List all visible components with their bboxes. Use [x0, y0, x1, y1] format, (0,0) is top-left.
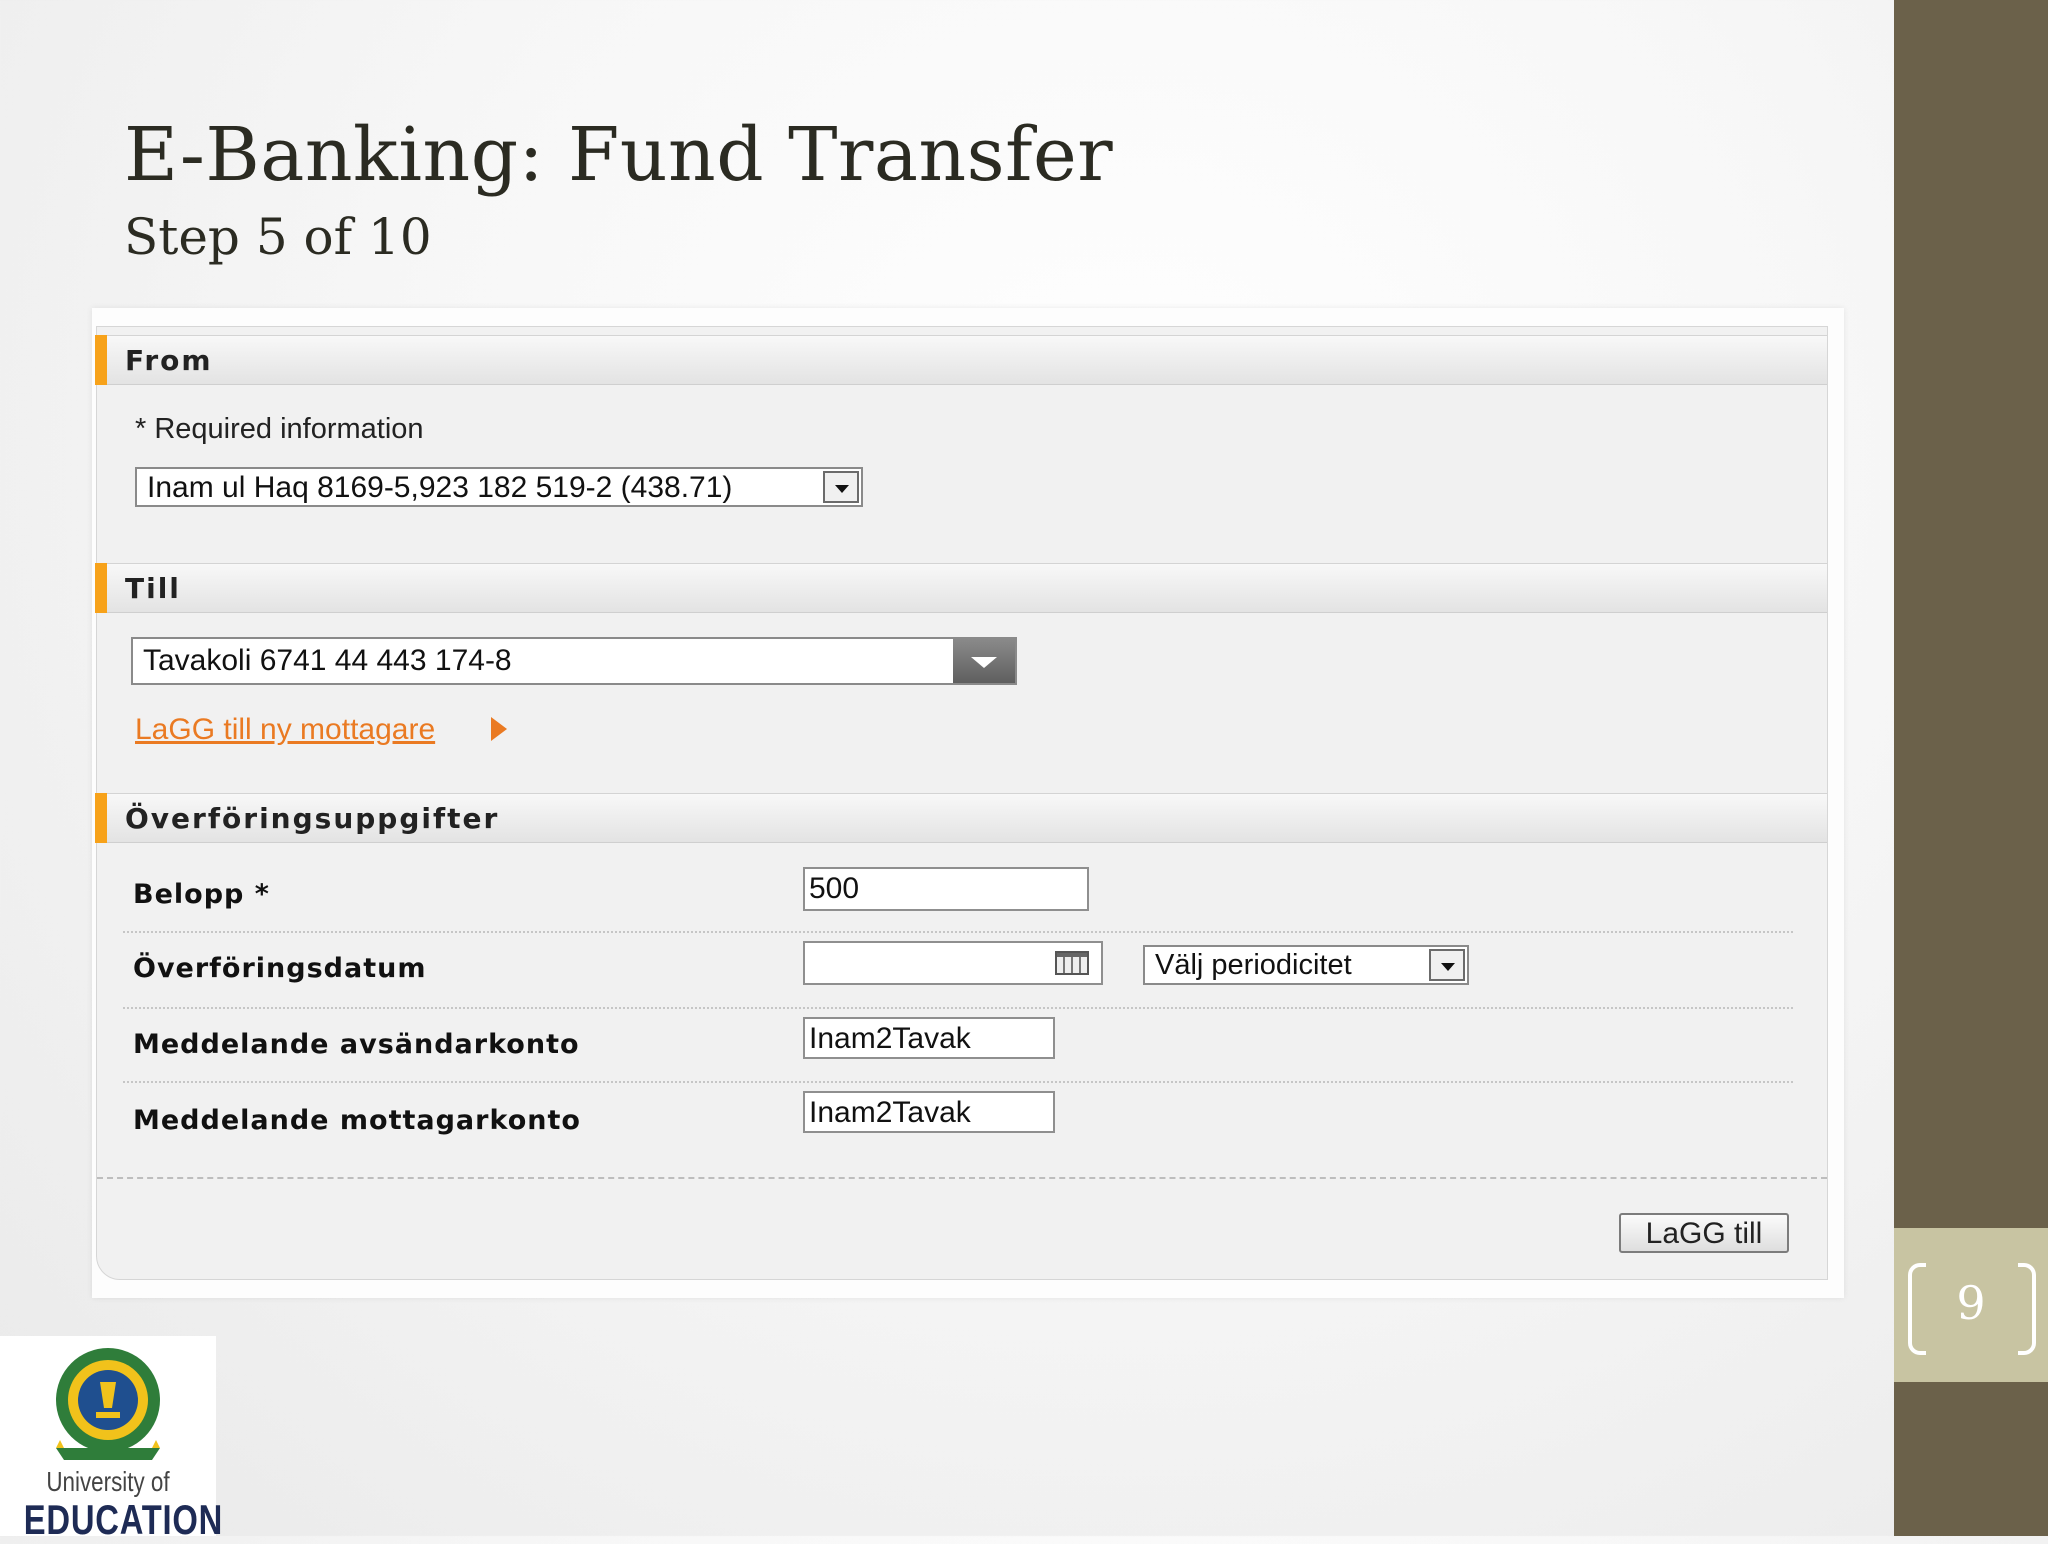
from-section-header: From	[95, 335, 1827, 385]
chevron-down-icon[interactable]	[823, 471, 859, 503]
recipient-message-input[interactable]: Inam2Tavak	[803, 1091, 1055, 1133]
section-accent-bar	[95, 793, 107, 843]
periodicity-value: Välj periodicitet	[1155, 949, 1352, 981]
recipient-value: Tavakoli 6741 44 443 174-8	[143, 644, 512, 677]
slide-subtitle: Step 5 of 10	[124, 208, 432, 266]
from-account-select[interactable]: Inam ul Haq 8169-5,923 182 519-2 (438.71…	[135, 467, 863, 507]
logo-text-line2: EDUCATION	[23, 1496, 224, 1543]
section-accent-bar	[95, 563, 107, 613]
sender-message-label: Meddelande avsändarkonto	[133, 1029, 580, 1060]
form-footer-divider	[97, 1177, 1827, 1179]
amount-input[interactable]: 500	[803, 867, 1089, 911]
transfer-date-label: Överföringsdatum	[133, 953, 427, 984]
from-account-value: Inam ul Haq 8169-5,923 182 519-2 (438.71…	[147, 471, 733, 504]
section-accent-bar	[95, 335, 107, 385]
logo-text-line1: University of	[46, 1466, 170, 1497]
university-logo: University of EDUCATION	[0, 1336, 222, 1543]
sender-message-input[interactable]: Inam2Tavak	[803, 1017, 1055, 1059]
page-number-box: 9	[1894, 1228, 2048, 1382]
row-divider	[123, 1081, 1793, 1083]
arrow-right-icon	[491, 717, 507, 741]
details-section-header: Överföringsuppgifter	[95, 793, 1827, 843]
fund-transfer-form: From * Required information Inam ul Haq …	[95, 326, 1828, 1280]
row-divider	[123, 1007, 1793, 1009]
chevron-down-icon[interactable]	[1429, 949, 1465, 981]
slide-title: E-Banking: Fund Transfer	[124, 112, 1114, 198]
till-section-header: Till	[95, 563, 1827, 613]
details-header-label: Överföringsuppgifter	[125, 802, 500, 835]
fund-transfer-screenshot: From * Required information Inam ul Haq …	[92, 308, 1844, 1298]
add-new-recipient-link[interactable]: LaGG till ny mottagare	[135, 713, 435, 747]
till-header-label: Till	[125, 572, 181, 605]
recipient-select[interactable]: Tavakoli 6741 44 443 174-8	[131, 637, 1017, 685]
amount-label: Belopp *	[133, 879, 270, 910]
university-seal-icon	[56, 1348, 160, 1460]
periodicity-select[interactable]: Välj periodicitet	[1143, 945, 1469, 985]
recipient-message-label: Meddelande mottagarkonto	[133, 1105, 581, 1136]
chevron-down-icon[interactable]	[953, 639, 1015, 683]
calendar-icon[interactable]	[1055, 951, 1089, 975]
page-number: 9	[1956, 1276, 1986, 1330]
from-header-label: From	[125, 344, 213, 377]
add-button[interactable]: LaGG till	[1619, 1213, 1789, 1253]
required-info-note: * Required information	[135, 413, 424, 445]
row-divider	[123, 931, 1793, 933]
